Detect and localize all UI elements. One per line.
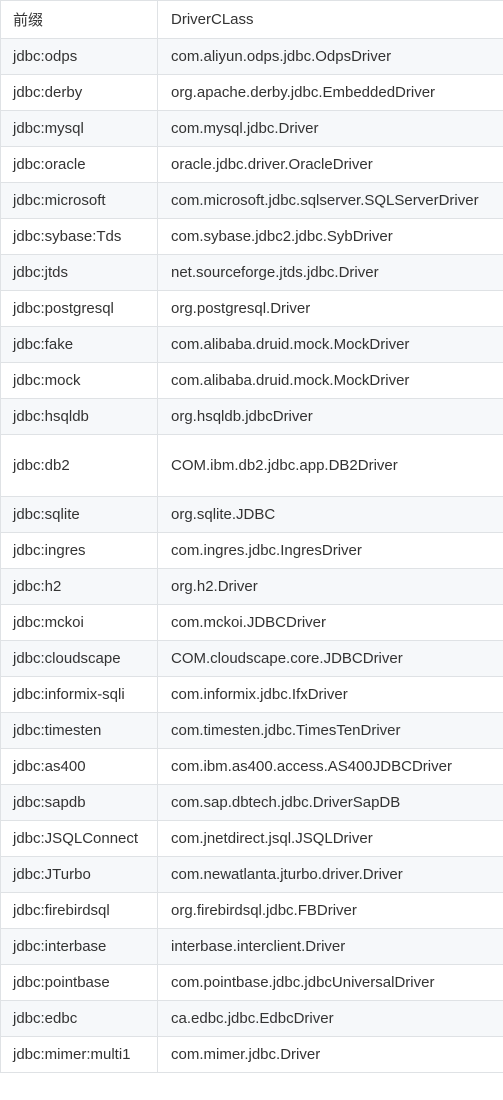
prefix-cell: jdbc:derby xyxy=(0,74,158,111)
table-row: jdbc:jtds net.sourceforge.jtds.jdbc.Drive… xyxy=(0,254,503,291)
table-row: jdbc:mysql com.mysql.jdbc.Driver xyxy=(0,110,503,147)
driver-class-cell: COM.cloudscape.core.JDBCDriver xyxy=(157,640,503,677)
table-row: jdbc:odps com.aliyun.odps.jdbc.OdpsDriver xyxy=(0,38,503,75)
prefix-cell: jdbc:db2 xyxy=(0,434,158,497)
table-row: jdbc:mimer:multi1 com.mimer.jdbc.Driver xyxy=(0,1036,503,1073)
driver-class-cell: COM.ibm.db2.jdbc.app.DB2Driver xyxy=(157,434,503,497)
prefix-cell: jdbc:pointbase xyxy=(0,964,158,1001)
driver-class-cell: com.pointbase.jdbc.jdbcUniversalDriver xyxy=(157,964,503,1001)
prefix-cell: jdbc:as400 xyxy=(0,748,158,785)
table-row: jdbc:sqlite org.sqlite.JDBC xyxy=(0,496,503,533)
prefix-cell: jdbc:timesten xyxy=(0,712,158,749)
table-row: jdbc:sybase:Tds com.sybase.jdbc2.jdbc.Syb… xyxy=(0,218,503,255)
driver-class-cell: org.firebirdsql.jdbc.FBDriver xyxy=(157,892,503,929)
table-row: jdbc:pointbase com.pointbase.jdbc.jdbcUni… xyxy=(0,964,503,1001)
driver-class-cell: com.jnetdirect.jsql.JSQLDriver xyxy=(157,820,503,857)
prefix-cell: jdbc:sqlite xyxy=(0,496,158,533)
driver-class-cell: org.hsqldb.jdbcDriver xyxy=(157,398,503,435)
prefix-cell: jdbc:sapdb xyxy=(0,784,158,821)
table-row: jdbc:informix-sqli com.informix.jdbc.IfxD… xyxy=(0,676,503,713)
table-row: jdbc:hsqldb org.hsqldb.jdbcDriver xyxy=(0,398,503,435)
driver-class-cell: com.informix.jdbc.IfxDriver xyxy=(157,676,503,713)
table-row: jdbc:postgresql org.postgresql.Driver xyxy=(0,290,503,327)
prefix-cell: jdbc:mock xyxy=(0,362,158,399)
prefix-cell: jdbc:ingres xyxy=(0,532,158,569)
prefix-cell: jdbc:h2 xyxy=(0,568,158,605)
header-prefix: 前缀 xyxy=(0,0,158,39)
table-row: jdbc:oracle oracle.jdbc.driver.OracleDriv… xyxy=(0,146,503,183)
driver-class-cell: ca.edbc.jdbc.EdbcDriver xyxy=(157,1000,503,1037)
table-row: jdbc:db2 COM.ibm.db2.jdbc.app.DB2Driver xyxy=(0,434,503,497)
prefix-cell: jdbc:JSQLConnect xyxy=(0,820,158,857)
jdbc-driver-table: 前缀 DriverCLass jdbc:odps com.aliyun.odps.… xyxy=(0,0,503,1073)
table-row: jdbc:microsoft com.microsoft.jdbc.sqlserv… xyxy=(0,182,503,219)
table-row: jdbc:h2 org.h2.Driver xyxy=(0,568,503,605)
table-row: jdbc:derby org.apache.derby.jdbc.Embedded… xyxy=(0,74,503,111)
driver-class-cell: net.sourceforge.jtds.jdbc.Driver xyxy=(157,254,503,291)
prefix-cell: jdbc:postgresql xyxy=(0,290,158,327)
prefix-cell: jdbc:oracle xyxy=(0,146,158,183)
driver-class-cell: oracle.jdbc.driver.OracleDriver xyxy=(157,146,503,183)
driver-class-cell: com.ibm.as400.access.AS400JDBCDriver xyxy=(157,748,503,785)
prefix-cell: jdbc:jtds xyxy=(0,254,158,291)
prefix-cell: jdbc:odps xyxy=(0,38,158,75)
prefix-cell: jdbc:sybase:Tds xyxy=(0,218,158,255)
prefix-cell: jdbc:mysql xyxy=(0,110,158,147)
table-row: jdbc:sapdb com.sap.dbtech.jdbc.DriverSapD… xyxy=(0,784,503,821)
table-row: jdbc:firebirdsql org.firebirdsql.jdbc.FBD… xyxy=(0,892,503,929)
driver-class-cell: org.apache.derby.jdbc.EmbeddedDriver xyxy=(157,74,503,111)
driver-class-cell: com.sap.dbtech.jdbc.DriverSapDB xyxy=(157,784,503,821)
header-driver-class: DriverCLass xyxy=(157,0,503,39)
driver-class-cell: com.timesten.jdbc.TimesTenDriver xyxy=(157,712,503,749)
prefix-cell: jdbc:JTurbo xyxy=(0,856,158,893)
table-row: jdbc:JTurbo com.newatlanta.jturbo.driver.… xyxy=(0,856,503,893)
prefix-cell: jdbc:mimer:multi1 xyxy=(0,1036,158,1073)
driver-class-cell: com.microsoft.jdbc.sqlserver.SQLServerDr… xyxy=(157,182,503,219)
driver-class-cell: com.aliyun.odps.jdbc.OdpsDriver xyxy=(157,38,503,75)
driver-class-cell: org.postgresql.Driver xyxy=(157,290,503,327)
driver-class-cell: org.sqlite.JDBC xyxy=(157,496,503,533)
prefix-cell: jdbc:firebirdsql xyxy=(0,892,158,929)
header-row: 前缀 DriverCLass xyxy=(0,0,503,39)
table-body: jdbc:odps com.aliyun.odps.jdbc.OdpsDriver… xyxy=(0,38,503,1073)
table-row: jdbc:cloudscape COM.cloudscape.core.JDBCD… xyxy=(0,640,503,677)
prefix-cell: jdbc:mckoi xyxy=(0,604,158,641)
prefix-cell: jdbc:edbc xyxy=(0,1000,158,1037)
table-row: jdbc:interbase interbase.interclient.Driv… xyxy=(0,928,503,965)
prefix-cell: jdbc:hsqldb xyxy=(0,398,158,435)
table-row: jdbc:as400 com.ibm.as400.access.AS400JDBC… xyxy=(0,748,503,785)
table-row: jdbc:timesten com.timesten.jdbc.TimesTenD… xyxy=(0,712,503,749)
driver-class-cell: com.sybase.jdbc2.jdbc.SybDriver xyxy=(157,218,503,255)
driver-class-cell: interbase.interclient.Driver xyxy=(157,928,503,965)
driver-class-cell: com.mckoi.JDBCDriver xyxy=(157,604,503,641)
table-row: jdbc:JSQLConnect com.jnetdirect.jsql.JSQL… xyxy=(0,820,503,857)
table-row: jdbc:mock com.alibaba.druid.mock.MockDriv… xyxy=(0,362,503,399)
prefix-cell: jdbc:informix-sqli xyxy=(0,676,158,713)
driver-class-cell: com.alibaba.druid.mock.MockDriver xyxy=(157,362,503,399)
table-row: jdbc:fake com.alibaba.druid.mock.MockDriv… xyxy=(0,326,503,363)
driver-class-cell: com.mimer.jdbc.Driver xyxy=(157,1036,503,1073)
driver-class-cell: org.h2.Driver xyxy=(157,568,503,605)
prefix-cell: jdbc:cloudscape xyxy=(0,640,158,677)
prefix-cell: jdbc:fake xyxy=(0,326,158,363)
table-row: jdbc:mckoi com.mckoi.JDBCDriver xyxy=(0,604,503,641)
prefix-cell: jdbc:microsoft xyxy=(0,182,158,219)
driver-class-cell: com.ingres.jdbc.IngresDriver xyxy=(157,532,503,569)
driver-class-cell: com.newatlanta.jturbo.driver.Driver xyxy=(157,856,503,893)
table-row: jdbc:ingres com.ingres.jdbc.IngresDriver xyxy=(0,532,503,569)
table-row: jdbc:edbc ca.edbc.jdbc.EdbcDriver xyxy=(0,1000,503,1037)
prefix-cell: jdbc:interbase xyxy=(0,928,158,965)
table-header: 前缀 DriverCLass xyxy=(0,0,503,39)
driver-class-cell: com.alibaba.druid.mock.MockDriver xyxy=(157,326,503,363)
driver-class-cell: com.mysql.jdbc.Driver xyxy=(157,110,503,147)
